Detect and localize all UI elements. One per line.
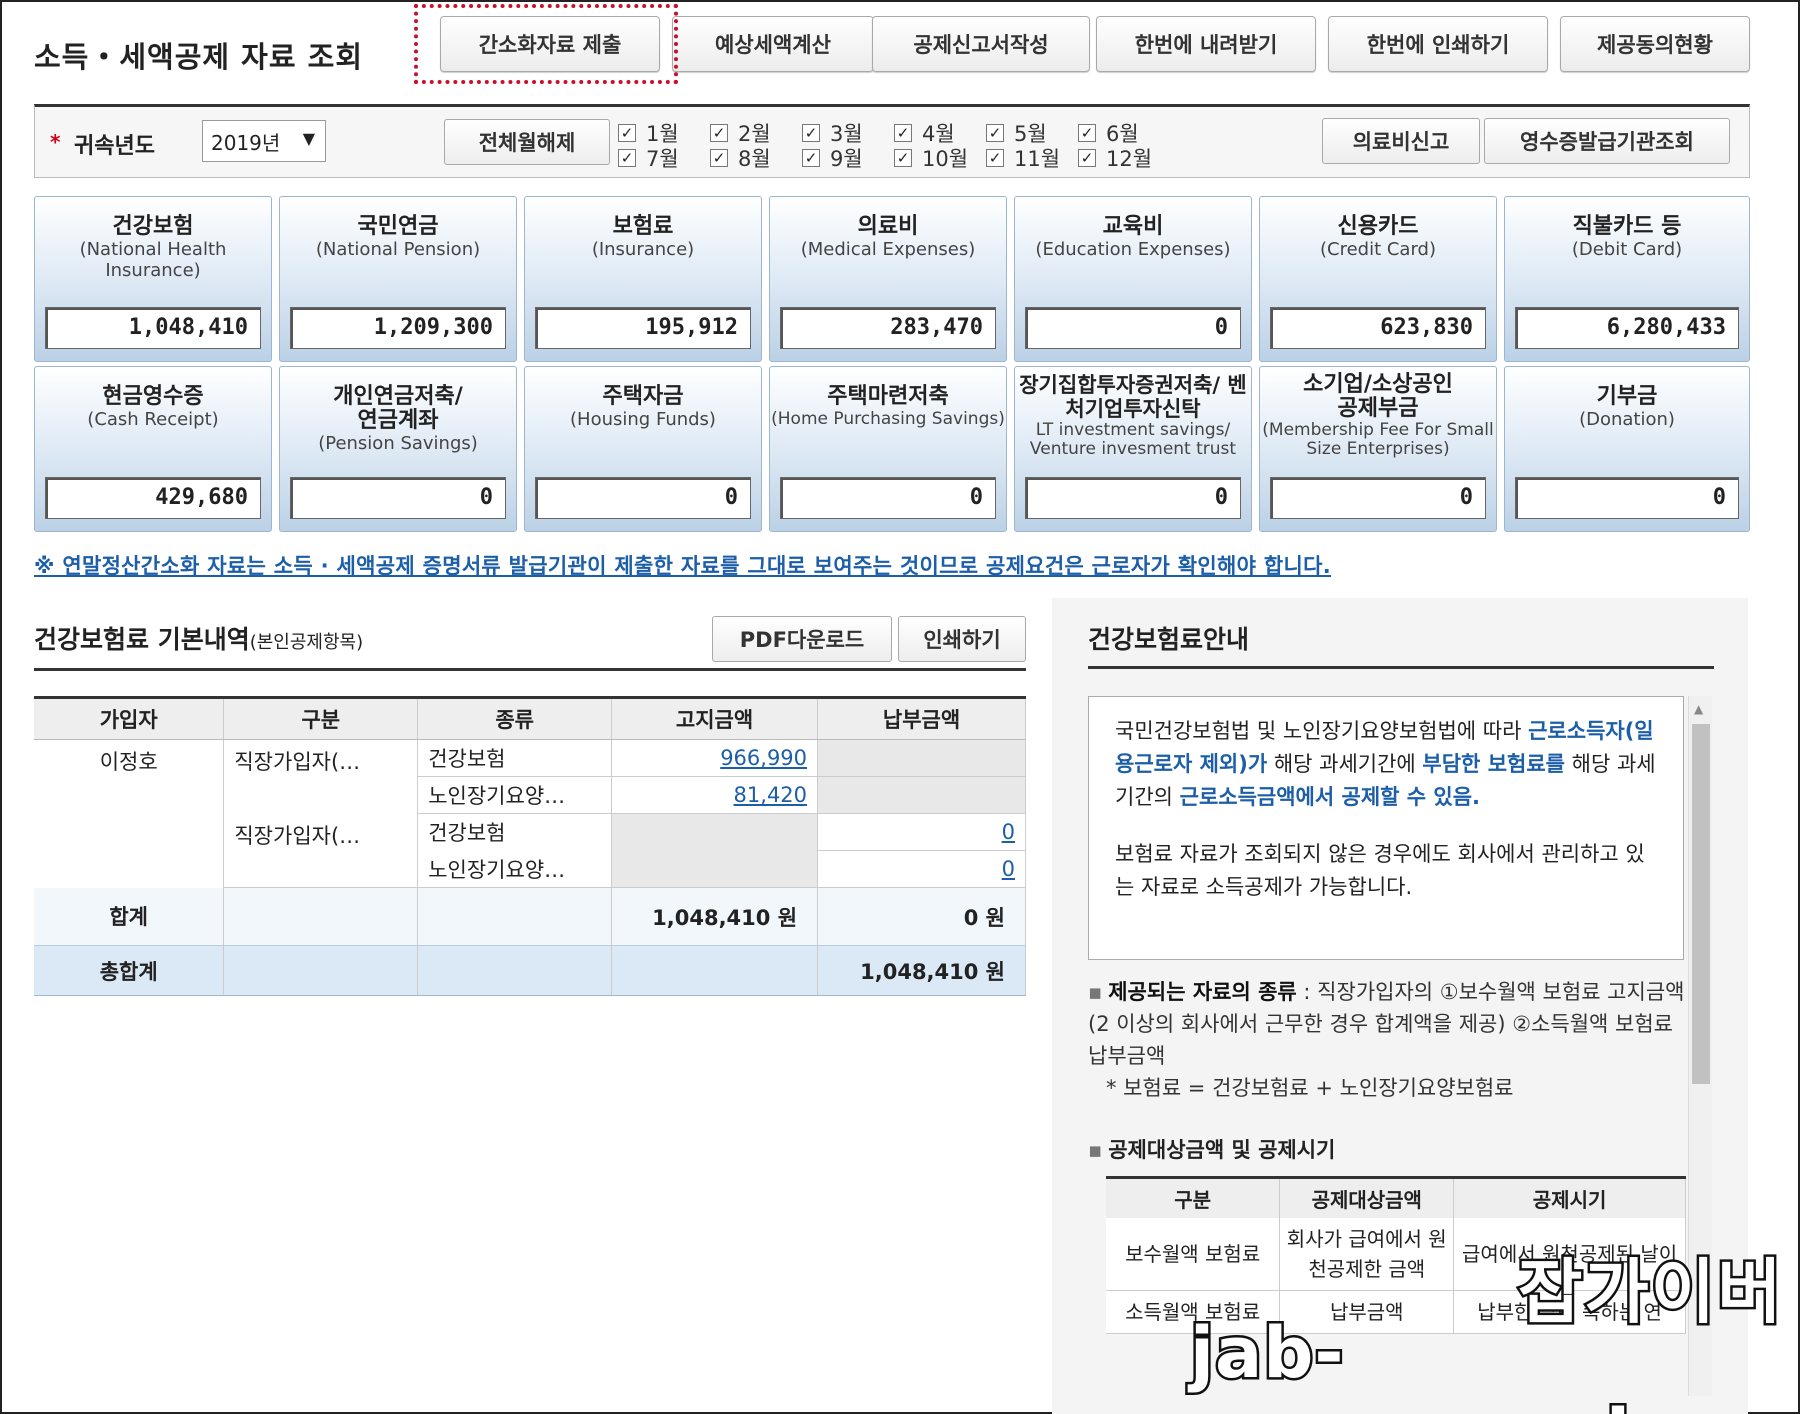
info-box: 국민건강보험법 및 노인장기요양보험법에 따라 근로소득자(일용근로자 제외)가…	[1088, 696, 1684, 960]
checkbox-checked-icon: ✓	[618, 124, 636, 142]
clear-months-button[interactable]: 전체월해제	[444, 119, 610, 165]
checkbox-checked-icon: ✓	[986, 124, 1004, 142]
card-value: 0	[1515, 477, 1739, 519]
card-home-purchasing-savings[interactable]: 주택마련저축 (Home Purchasing Savings) 0	[769, 366, 1007, 532]
bullet-icon: ▪	[1088, 980, 1103, 1004]
card-lt-investment[interactable]: 장기집합투자증권저축/ 벤처기업투자신탁 LT investment saving…	[1014, 366, 1252, 532]
card-cash-receipt[interactable]: 현금영수증 (Cash Receipt) 429,680	[34, 366, 272, 532]
watermark-url: jab-guyver.co.kr	[1188, 1310, 1691, 1414]
card-value: 6,280,433	[1515, 307, 1739, 349]
required-mark: *	[50, 130, 61, 154]
card-donation[interactable]: 기부금 (Donation) 0	[1504, 366, 1750, 532]
total-row: 총합계 1,048,410 원	[34, 945, 1026, 996]
card-housing-funds[interactable]: 주택자금 (Housing Funds) 0	[524, 366, 762, 532]
card-national-pension[interactable]: 국민연금 (National Pension) 1,209,300	[279, 196, 517, 362]
checkbox-checked-icon: ✓	[986, 149, 1004, 167]
card-pension-savings[interactable]: 개인연금저축/ 연금계좌 (Pension Savings) 0	[279, 366, 517, 532]
provided-data-text: ▪ 제공되는 자료의 종류 : 직장가입자의 ①보수월액 보험료 고지금액(2 이…	[1088, 980, 1685, 1100]
month-checkbox[interactable]: ✓ 7월	[618, 143, 679, 173]
table-row: 이정호 직장가입자(… 건강보험 966,990	[34, 739, 1026, 888]
medical-report-button[interactable]: 의료비신고	[1322, 118, 1480, 164]
section-subtitle: (본인공제항목)	[249, 632, 364, 653]
month-checkbox[interactable]: ✓ 11월	[986, 143, 1060, 173]
checkbox-checked-icon: ✓	[710, 124, 728, 142]
card-insurance[interactable]: 보험료 (Insurance) 195,912	[524, 196, 762, 362]
highlight-box	[414, 4, 678, 84]
table-header-row: 가입자 구분 종류 고지금액 납부금액	[34, 696, 1026, 740]
pdf-download-button[interactable]: PDF다운로드	[712, 616, 892, 662]
month-checkbox[interactable]: ✓ 9월	[802, 143, 863, 173]
divider	[34, 668, 1026, 671]
year-select[interactable]: 2019년 ▼	[202, 120, 326, 162]
card-education-expenses[interactable]: 교육비 (Education Expenses) 0	[1014, 196, 1252, 362]
card-value: 195,912	[535, 307, 751, 349]
col-type: 구분	[223, 696, 419, 740]
card-value: 1,209,300	[290, 307, 506, 349]
health-insurance-table: 가입자 구분 종류 고지금액 납부금액 이정호 직장가입자(… 건강보험 966…	[34, 696, 1026, 996]
card-value: 0	[290, 477, 506, 519]
card-value: 283,470	[780, 307, 996, 349]
chevron-down-icon: ▼	[302, 129, 315, 148]
card-value: 0	[1025, 477, 1241, 519]
paid-amount-link[interactable]: 0	[1002, 857, 1015, 881]
paid-amount-link[interactable]: 0	[1002, 820, 1015, 844]
notice-link[interactable]: ※ 연말정산간소화 자료는 소득 · 세액공제 증명서류 발급기관이 제출한 자…	[34, 550, 1331, 580]
scrollbar-thumb[interactable]	[1692, 724, 1710, 1084]
card-value: 623,830	[1270, 307, 1486, 349]
checkbox-checked-icon: ✓	[894, 124, 912, 142]
consent-status-button[interactable]: 제공동의현황	[1560, 16, 1750, 72]
col-kind: 종류	[417, 696, 613, 740]
card-value: 0	[1270, 477, 1486, 519]
card-medical-expenses[interactable]: 의료비 (Medical Expenses) 283,470	[769, 196, 1007, 362]
col-subscriber: 가입자	[34, 696, 225, 740]
year-label: 귀속년도	[74, 134, 155, 159]
checkbox-checked-icon: ✓	[802, 124, 820, 142]
checkbox-checked-icon: ✓	[894, 149, 912, 167]
col-notice-amount: 고지금액	[611, 696, 819, 740]
checkbox-checked-icon: ✓	[802, 149, 820, 167]
print-all-button[interactable]: 한번에 인쇄하기	[1328, 16, 1548, 72]
print-button[interactable]: 인쇄하기	[898, 616, 1026, 662]
table-header-row: 구분 공제대상금액 공제시기	[1106, 1176, 1686, 1218]
year-value: 2019년	[211, 130, 281, 155]
card-value: 429,680	[45, 477, 261, 519]
subscriber-name: 이정호	[34, 739, 225, 888]
estimate-tax-button[interactable]: 예상세액계산	[672, 16, 874, 72]
month-checkbox[interactable]: ✓ 10월	[894, 143, 968, 173]
section-title: 건강보험료 기본내역(본인공제항목)	[34, 625, 364, 654]
month-checkbox[interactable]: ✓ 12월	[1078, 143, 1152, 173]
notice-amount-link[interactable]: 81,420	[734, 783, 807, 807]
card-value: 0	[780, 477, 996, 519]
deduction-subtitle: ▪ 공제대상금액 및 공제시기	[1088, 1138, 1336, 1162]
deduction-report-button[interactable]: 공제신고서작성	[872, 16, 1090, 72]
checkbox-checked-icon: ✓	[1078, 149, 1096, 167]
card-debit-card[interactable]: 직불카드 등 (Debit Card) 6,280,433	[1504, 196, 1750, 362]
sum-row: 합계 1,048,410 원 0 원	[34, 887, 1026, 946]
guide-title: 건강보험료안내	[1088, 625, 1250, 654]
scroll-up-icon[interactable]: ▲	[1694, 702, 1703, 716]
col-paid-amount: 납부금액	[817, 696, 1026, 740]
card-small-enterprise-fee[interactable]: 소기업/소상공인 공제부금 (Membership Fee For Small S…	[1259, 366, 1497, 532]
page-title: 소득・세액공제 자료 조회	[34, 40, 363, 74]
bullet-icon: ▪	[1088, 1138, 1103, 1162]
divider	[1088, 666, 1714, 669]
receipt-issuer-lookup-button[interactable]: 영수증발급기관조회	[1484, 118, 1730, 164]
card-value: 0	[1025, 307, 1241, 349]
download-all-button[interactable]: 한번에 내려받기	[1096, 16, 1316, 72]
card-credit-card[interactable]: 신용카드 (Credit Card) 623,830	[1259, 196, 1497, 362]
card-health-insurance[interactable]: 건강보험 (National Health Insurance) 1,048,410	[34, 196, 272, 362]
card-value: 1,048,410	[45, 307, 261, 349]
checkbox-checked-icon: ✓	[710, 149, 728, 167]
checkbox-checked-icon: ✓	[1078, 124, 1096, 142]
month-checkbox[interactable]: ✓ 8월	[710, 143, 771, 173]
checkbox-checked-icon: ✓	[618, 149, 636, 167]
card-value: 0	[535, 477, 751, 519]
notice-amount-link[interactable]: 966,990	[720, 746, 807, 770]
